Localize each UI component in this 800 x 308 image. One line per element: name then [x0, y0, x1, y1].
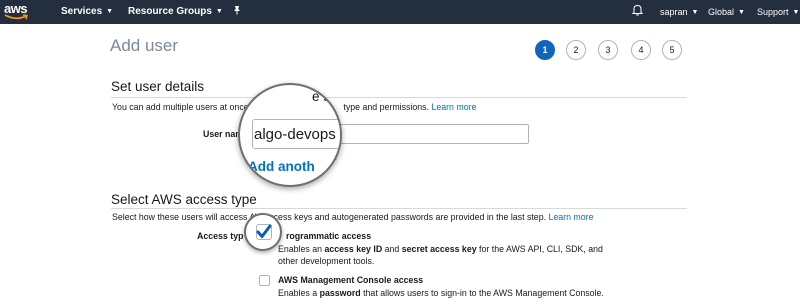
user-details-desc-prefix: You can add multiple users at once w [112, 102, 258, 112]
desc-text: Enables an [278, 244, 325, 254]
checkmark-icon [256, 224, 272, 238]
support-menu[interactable]: Support ▼ [757, 0, 799, 24]
programmatic-access-description: Enables an access key ID and secret acce… [278, 243, 603, 255]
access-type-title: Select AWS access type [111, 192, 257, 207]
top-nav: aws Services ▼ Resource Groups ▼ sapran ▼ G… [0, 0, 800, 24]
region-label: Global [708, 7, 735, 17]
access-type-description: Select how these users will access AW cce… [112, 212, 593, 222]
magnified-add-another-link[interactable]: Add anoth [248, 159, 315, 174]
divider [111, 97, 687, 98]
username-value: algo-devops [254, 126, 336, 143]
user-label: sapran [660, 7, 688, 17]
desc-text: for the AWS API, CLI, SDK, and [476, 244, 603, 254]
aws-smile-icon [4, 14, 28, 20]
step-2[interactable]: 2 [566, 40, 586, 60]
resource-groups-label: Resource Groups [128, 6, 212, 17]
magnifier-lens: e same ac e algo-devops Add anoth [238, 83, 342, 187]
access-type-desc-suffix: ccess keys and autogenerated passwords a… [269, 212, 547, 222]
divider [111, 208, 687, 209]
desc-bold-text: secret access key [401, 244, 477, 254]
console-access-title: AWS Management Console access [278, 275, 424, 285]
magnified-username-label: e [240, 130, 241, 142]
user-details-learn-more-link[interactable]: Learn more [431, 102, 476, 112]
desc-text: and [382, 244, 402, 254]
desc-text: that allows users to sign-in to the AWS … [360, 288, 604, 298]
pin-icon[interactable] [232, 0, 242, 24]
chevron-down-icon: ▼ [792, 9, 800, 16]
desc-text: Enables a [278, 288, 320, 298]
step-1[interactable]: 1 [535, 40, 555, 60]
access-type-desc-prefix: Select how these users will access AW [112, 212, 264, 222]
resource-groups-menu[interactable]: Resource Groups ▼ [128, 0, 223, 24]
user-details-desc-suffix: type and permissions. [343, 102, 429, 112]
programmatic-access-title: rogrammatic access [286, 231, 372, 241]
desc-bold-text: access key ID [324, 244, 383, 254]
console-access-checkbox[interactable] [259, 275, 270, 286]
magnifier-lens-checkbox [244, 213, 282, 251]
chevron-down-icon: ▼ [215, 8, 223, 15]
services-label: Services [61, 6, 103, 17]
console-access-description: Enables a password that allows users to … [278, 287, 604, 299]
access-type-learn-more-link[interactable]: Learn more [548, 212, 593, 222]
user-details-title: Set user details [111, 79, 205, 94]
programmatic-access-description-line2: other development tools. [278, 256, 375, 266]
add-circle-icon[interactable] [240, 159, 246, 173]
region-menu[interactable]: Global ▼ [708, 0, 745, 24]
chevron-down-icon: ▼ [106, 8, 114, 15]
magnified-section-title: e same ac [312, 89, 340, 104]
services-menu[interactable]: Services ▼ [61, 0, 113, 24]
page-title: Add user [110, 36, 179, 55]
user-menu[interactable]: sapran ▼ [660, 0, 698, 24]
bell-icon[interactable] [631, 0, 644, 24]
access-type-label: Access typ [197, 231, 244, 241]
step-3[interactable]: 3 [598, 40, 618, 60]
aws-logo[interactable]: aws [4, 2, 32, 22]
step-5[interactable]: 5 [662, 40, 682, 60]
support-label: Support [757, 7, 789, 17]
step-4[interactable]: 4 [631, 40, 651, 60]
desc-bold-text: password [319, 288, 361, 298]
chevron-down-icon: ▼ [738, 9, 745, 16]
chevron-down-icon: ▼ [691, 9, 699, 16]
